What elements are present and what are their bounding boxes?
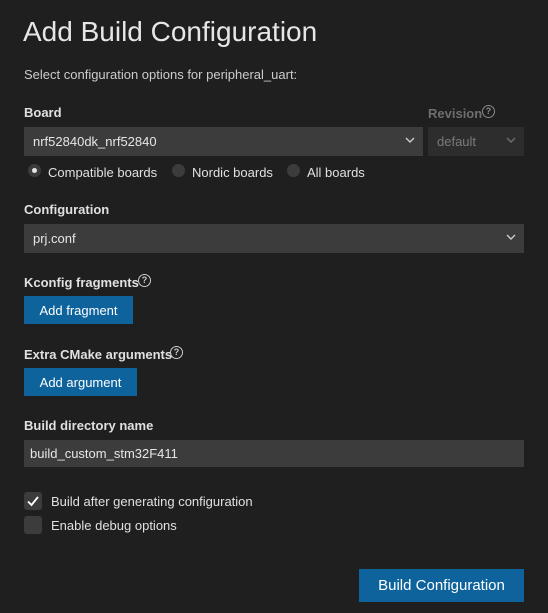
enable-debug-checkbox[interactable] [24,516,42,534]
chevron-down-icon [506,137,516,143]
board-select-value: nrf52840dk_nrf52840 [33,134,157,149]
add-argument-button[interactable]: Add argument [24,368,137,396]
kconfig-help-icon[interactable]: ? [138,274,151,287]
enable-debug-label: Enable debug options [51,518,177,533]
build-dir-label: Build directory name [24,418,154,433]
configuration-select-value: prj.conf [33,231,76,246]
radio-label-all-boards: All boards [307,165,365,180]
kconfig-label: Kconfig fragments [24,275,139,290]
radio-label-compatible-boards: Compatible boards [48,165,158,180]
add-build-configuration-panel: Add Build Configuration Select configura… [0,0,548,613]
radio-nordic-boards[interactable] [172,164,185,177]
board-select[interactable]: nrf52840dk_nrf52840 [24,127,423,156]
radio-all-boards[interactable] [287,164,300,177]
board-label: Board [24,105,62,120]
build-configuration-button[interactable]: Build Configuration [359,569,524,602]
build-after-generate-label: Build after generating configuration [51,494,253,509]
revision-select-value: default [437,134,477,149]
chevron-down-icon [405,137,415,143]
revision-select: default [428,127,524,156]
revision-label: Revision [428,106,483,121]
page-title: Add Build Configuration [23,16,318,47]
revision-help-icon[interactable]: ? [482,105,495,118]
configuration-select[interactable]: prj.conf [24,224,524,253]
build-dir-input[interactable] [24,440,524,467]
cmake-help-icon[interactable]: ? [170,346,183,359]
radio-compatible-boards[interactable] [28,164,41,177]
cmake-label: Extra CMake arguments [24,347,173,362]
radio-label-nordic-boards: Nordic boards [192,165,273,180]
build-after-generate-checkbox[interactable] [24,492,42,510]
chevron-down-icon [506,234,516,240]
add-fragment-button[interactable]: Add fragment [24,296,133,324]
check-icon [27,496,39,507]
page-subtitle: Select configuration options for periphe… [24,67,298,82]
configuration-label: Configuration [24,202,110,217]
